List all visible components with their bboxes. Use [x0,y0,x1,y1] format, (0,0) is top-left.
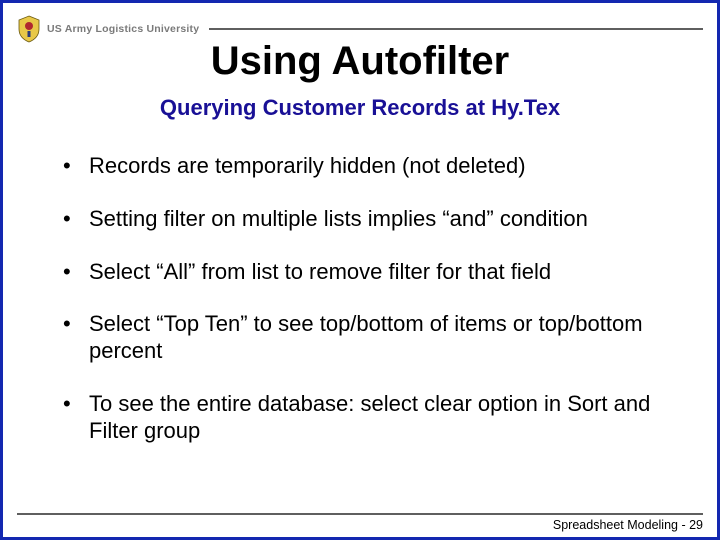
list-item: Select “Top Ten” to see top/bottom of it… [59,311,667,365]
header-rule [209,28,703,30]
slide-subtitle: Querying Customer Records at Hy.Tex [3,95,717,121]
list-item: Setting filter on multiple lists implies… [59,206,667,233]
footer-text: Spreadsheet Modeling - 29 [553,518,703,532]
list-item: Select “All” from list to remove filter … [59,259,667,286]
org-label: US Army Logistics University [47,23,199,35]
header-row: US Army Logistics University [17,19,703,39]
slide: US Army Logistics University Using Autof… [0,0,720,540]
list-item: To see the entire database: select clear… [59,391,667,445]
slide-title: Using Autofilter [3,39,717,84]
footer-rule [17,513,703,515]
list-item: Records are temporarily hidden (not dele… [59,153,667,180]
bullet-list: Records are temporarily hidden (not dele… [59,153,667,471]
